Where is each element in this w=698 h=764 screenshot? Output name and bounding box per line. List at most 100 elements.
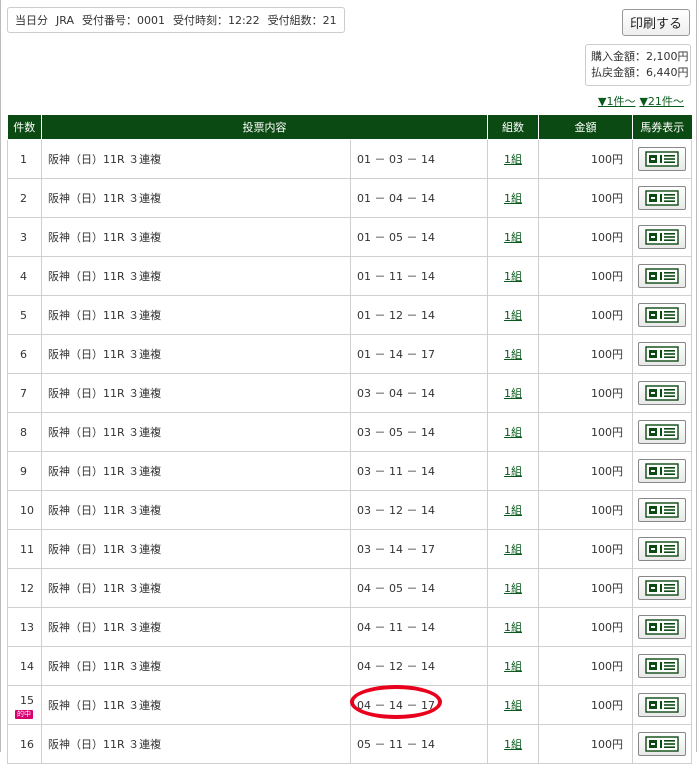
row-index: 2 bbox=[20, 191, 27, 205]
amount-cell: 100円 bbox=[538, 412, 633, 452]
kumi-link[interactable]: 1組 bbox=[504, 309, 522, 322]
race-cell: 阪神（日）11R ３連複 bbox=[41, 334, 351, 374]
race-cell: 阪神（日）11R ３連複 bbox=[41, 646, 351, 686]
ticket-icon bbox=[645, 697, 679, 713]
kumi-link[interactable]: 1組 bbox=[504, 192, 522, 205]
ticket-display-button[interactable] bbox=[638, 147, 686, 171]
combo-cell: 01 － 05 － 14 bbox=[350, 217, 488, 257]
row-index-cell: 7 bbox=[7, 373, 42, 413]
kumi-link[interactable]: 1組 bbox=[504, 465, 522, 478]
ticket-cell bbox=[632, 568, 692, 608]
kumi-link[interactable]: 1組 bbox=[504, 153, 522, 166]
kumi-link[interactable]: 1組 bbox=[504, 660, 522, 673]
row-index-cell: 10 bbox=[7, 490, 42, 530]
col-header-content: 投票内容 bbox=[41, 115, 488, 140]
kumi-cell: 1組 bbox=[487, 451, 539, 491]
kumi-link[interactable]: 1組 bbox=[504, 270, 522, 283]
ticket-display-button[interactable] bbox=[638, 186, 686, 210]
ticket-display-button[interactable] bbox=[638, 654, 686, 678]
ticket-display-button[interactable] bbox=[638, 342, 686, 366]
table-row: 9 阪神（日）11R ３連複 03 － 11 － 14 1組 100円 bbox=[7, 451, 692, 491]
ticket-icon bbox=[645, 580, 679, 596]
combo-cell: 01 － 12 － 14 bbox=[350, 295, 488, 335]
kumi-link[interactable]: 1組 bbox=[504, 582, 522, 595]
kumi-link[interactable]: 1組 bbox=[504, 699, 522, 712]
ticket-display-button[interactable] bbox=[638, 303, 686, 327]
kumi-link[interactable]: 1組 bbox=[504, 621, 522, 634]
row-index: 14 bbox=[20, 659, 34, 673]
combo-cell: 01 － 11 － 14 bbox=[350, 256, 488, 296]
row-index: 9 bbox=[20, 464, 27, 478]
row-index: 6 bbox=[20, 347, 27, 361]
ticket-icon bbox=[645, 541, 679, 557]
kumi-cell: 1組 bbox=[487, 607, 539, 647]
combo-cell: 05 － 11 － 14 bbox=[350, 724, 488, 764]
combo-cell: 03 － 04 － 14 bbox=[350, 373, 488, 413]
receipt-time: 受付時刻：12:22 bbox=[172, 14, 260, 27]
ticket-display-button[interactable] bbox=[638, 537, 686, 561]
col-header-count: 件数 bbox=[7, 115, 42, 140]
kumi-cell: 1組 bbox=[487, 295, 539, 335]
hit-badge: 的中 bbox=[15, 710, 33, 719]
ticket-display-button[interactable] bbox=[638, 576, 686, 600]
table-row: 2 阪神（日）11R ３連複 01 － 04 － 14 1組 100円 bbox=[7, 178, 692, 218]
ticket-icon bbox=[645, 346, 679, 362]
row-index-cell: 2 bbox=[7, 178, 42, 218]
jump-link-21[interactable]: ▼21件～ bbox=[639, 95, 683, 108]
combo-cell: 03 － 05 － 14 bbox=[350, 412, 488, 452]
table-row: 3 阪神（日）11R ３連複 01 － 05 － 14 1組 100円 bbox=[7, 217, 692, 257]
ticket-cell bbox=[632, 217, 692, 257]
amount-summary: 購入金額：2,100円 払戻金額：6,440円 bbox=[585, 44, 691, 86]
kumi-link[interactable]: 1組 bbox=[504, 387, 522, 400]
ticket-icon bbox=[645, 736, 679, 752]
combo-cell: 04 － 11 － 14 bbox=[350, 607, 488, 647]
table-row: 11 阪神（日）11R ３連複 03 － 14 － 17 1組 100円 bbox=[7, 529, 692, 569]
ticket-display-button[interactable] bbox=[638, 732, 686, 756]
ticket-cell bbox=[632, 334, 692, 374]
ticket-cell bbox=[632, 685, 692, 725]
kumi-link[interactable]: 1組 bbox=[504, 543, 522, 556]
amount-cell: 100円 bbox=[538, 451, 633, 491]
table-row: 14 阪神（日）11R ３連複 04 － 12 － 14 1組 100円 bbox=[7, 646, 692, 686]
kumi-link[interactable]: 1組 bbox=[504, 426, 522, 439]
ticket-cell bbox=[632, 295, 692, 335]
ticket-icon bbox=[645, 151, 679, 167]
amount-cell: 100円 bbox=[538, 373, 633, 413]
kumi-link[interactable]: 1組 bbox=[504, 504, 522, 517]
amount-cell: 100円 bbox=[538, 646, 633, 686]
table-row: 5 阪神（日）11R ３連複 01 － 12 － 14 1組 100円 bbox=[7, 295, 692, 335]
kumi-cell: 1組 bbox=[487, 178, 539, 218]
kumi-link[interactable]: 1組 bbox=[504, 348, 522, 361]
ticket-icon bbox=[645, 619, 679, 635]
combo-cell: 01 － 03 － 14 bbox=[350, 139, 488, 179]
combo-cell: 03 － 12 － 14 bbox=[350, 490, 488, 530]
print-button[interactable]: 印刷する bbox=[622, 9, 690, 36]
ticket-display-button[interactable] bbox=[638, 381, 686, 405]
ticket-display-button[interactable] bbox=[638, 498, 686, 522]
ticket-cell bbox=[632, 373, 692, 413]
jump-link-1[interactable]: ▼1件～ bbox=[598, 95, 635, 108]
kumi-cell: 1組 bbox=[487, 139, 539, 179]
date-label: 当日分 bbox=[15, 14, 48, 27]
ticket-display-button[interactable] bbox=[638, 225, 686, 249]
ticket-display-button[interactable] bbox=[638, 459, 686, 483]
ticket-display-button[interactable] bbox=[638, 693, 686, 717]
row-index-cell: 12 bbox=[7, 568, 42, 608]
ticket-cell bbox=[632, 529, 692, 569]
row-index: 7 bbox=[20, 386, 27, 400]
receipt-count: 受付組数：21 bbox=[267, 14, 337, 27]
kumi-link[interactable]: 1組 bbox=[504, 231, 522, 244]
jump-links: ▼1件～ ▼21件～ bbox=[598, 93, 688, 109]
ticket-display-button[interactable] bbox=[638, 264, 686, 288]
amount-cell: 100円 bbox=[538, 607, 633, 647]
ticket-display-button[interactable] bbox=[638, 615, 686, 639]
amount-cell: 100円 bbox=[538, 490, 633, 530]
race-cell: 阪神（日）11R ３連複 bbox=[41, 568, 351, 608]
amount-cell: 100円 bbox=[538, 334, 633, 374]
ticket-display-button[interactable] bbox=[638, 420, 686, 444]
receipt-number: 受付番号：0001 bbox=[81, 14, 165, 27]
receipt-info: 当日分 JRA 受付番号：0001 受付時刻：12:22 受付組数：21 bbox=[7, 7, 345, 33]
ticket-cell bbox=[632, 646, 692, 686]
kumi-link[interactable]: 1組 bbox=[504, 738, 522, 751]
row-index: 3 bbox=[20, 230, 27, 244]
